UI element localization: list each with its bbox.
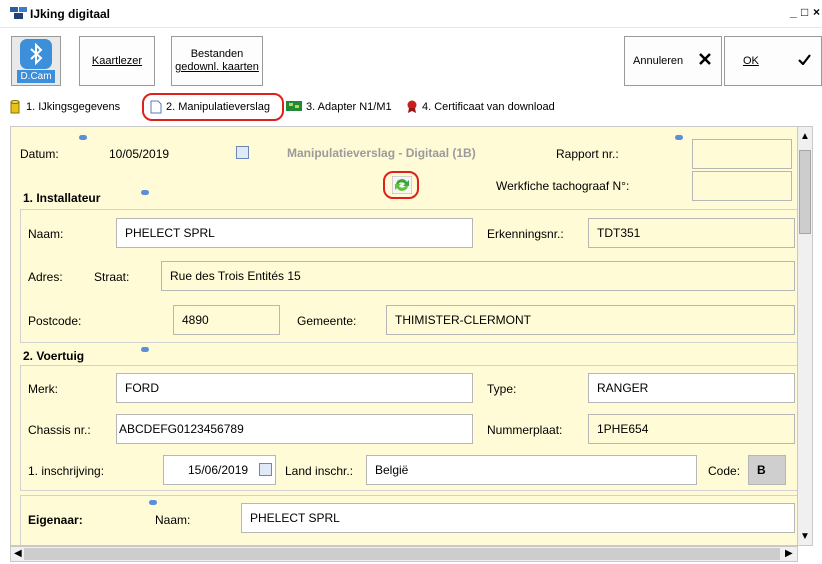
info-icon	[675, 135, 683, 140]
eigenaar-naam-label: Naam:	[155, 513, 191, 527]
chassis-label: Chassis nr.:	[28, 423, 91, 437]
bestanden-label-line1: Bestanden	[190, 48, 244, 60]
scroll-down-icon[interactable]: ▼	[800, 532, 810, 542]
calendar-icon[interactable]	[236, 146, 249, 159]
code-label: Code:	[708, 464, 741, 478]
land-input[interactable]: België	[366, 455, 697, 485]
installateur-section-title: 1. Installateur	[23, 191, 101, 205]
bestanden-button[interactable]: Bestanden gedownl. kaarten	[171, 36, 263, 86]
window-title: IJking digitaal	[30, 7, 111, 21]
circuit-board-icon	[286, 100, 302, 114]
dcam-button[interactable]: D.Cam	[11, 36, 61, 86]
bluetooth-icon	[20, 39, 52, 69]
cylinder-icon	[10, 100, 22, 114]
annuleren-label: Annuleren	[633, 54, 684, 67]
straat-input[interactable]: Rue des Trois Entités 15	[161, 261, 795, 291]
scroll-left-icon[interactable]: ◀	[14, 549, 22, 559]
nummerplaat-label: Nummerplaat:	[487, 423, 563, 437]
type-input[interactable]: RANGER	[588, 373, 795, 403]
nummerplaat-input[interactable]: 1PHE654	[588, 414, 795, 444]
tab-label: 1. IJkingsgegevens	[26, 101, 121, 113]
rapport-input[interactable]	[692, 139, 792, 169]
info-icon	[149, 500, 157, 505]
installateur-naam-label: Naam:	[28, 227, 64, 241]
calendar-icon[interactable]	[259, 463, 272, 476]
datum-label: Datum:	[20, 147, 59, 161]
vertical-scroll-thumb[interactable]	[799, 150, 811, 234]
installateur-naam-input[interactable]: PHELECT SPRL	[116, 218, 473, 248]
checkmark-icon	[798, 54, 811, 69]
erkenning-input[interactable]: TDT351	[588, 218, 795, 248]
postcode-input[interactable]: 4890	[173, 305, 280, 335]
tab-ijkingsgegevens[interactable]: 1. IJkingsgegevens	[10, 100, 120, 114]
type-label: Type:	[487, 382, 517, 396]
rapport-label: Rapport nr.:	[556, 147, 619, 161]
maximize-icon[interactable]: □	[801, 5, 808, 19]
info-icon	[141, 347, 149, 352]
cancel-x-icon	[699, 53, 711, 69]
merk-label: Merk:	[28, 382, 58, 396]
gemeente-input[interactable]: THIMISTER-CLERMONT	[386, 305, 795, 335]
straat-label: Straat:	[94, 270, 130, 284]
minimize-icon[interactable]: _	[790, 5, 797, 19]
tab-highlight-circle	[142, 93, 284, 121]
ribbon-award-icon	[406, 100, 418, 114]
title-bar: IJking digitaal _ □ ×	[0, 0, 822, 28]
inschrijving-label: 1. inschrijving:	[28, 464, 105, 478]
refresh-button[interactable]	[383, 171, 419, 199]
datum-input[interactable]: 10/05/2019	[109, 147, 169, 161]
werkfiche-label: Werkfiche tachograaf N°:	[496, 179, 630, 193]
gemeente-label: Gemeente:	[297, 314, 357, 328]
app-icon	[10, 6, 28, 23]
annuleren-button[interactable]: Annuleren	[624, 36, 722, 86]
eigenaar-naam-input[interactable]: PHELECT SPRL	[241, 503, 795, 533]
ok-label: OK	[743, 54, 759, 67]
ok-button[interactable]: OK	[724, 36, 822, 86]
voertuig-section-title: 2. Voertuig	[23, 349, 85, 363]
chassis-input[interactable]: ABCDEFG0123456789	[116, 414, 473, 444]
merk-input[interactable]: FORD	[116, 373, 473, 403]
close-window-icon[interactable]: ×	[813, 5, 820, 19]
bestanden-label-line2: gedownl. kaarten	[175, 61, 259, 73]
voertuig-section: Merk: FORD Type: RANGER Chassis nr.: ABC…	[20, 365, 797, 491]
kaartlezer-label: Kaartlezer	[91, 54, 143, 67]
eigenaar-section: Eigenaar: Naam: PHELECT SPRL	[20, 495, 797, 545]
tab-label: 3. Adapter N1/M1	[306, 101, 392, 113]
adres-label: Adres:	[28, 270, 63, 284]
tab-certificaat[interactable]: 4. Certificaat van download	[406, 100, 555, 114]
eigenaar-label: Eigenaar:	[28, 513, 83, 527]
installateur-section: Naam: PHELECT SPRL Erkenningsnr.: TDT351…	[20, 209, 797, 343]
form-title: Manipulatieverslag - Digitaal (1B)	[287, 146, 476, 160]
dcam-label: D.Cam	[17, 70, 55, 83]
info-icon	[141, 190, 149, 195]
form-panel: Datum: 10/05/2019 Manipulatieverslag - D…	[10, 126, 798, 546]
land-label: Land inschr.:	[285, 464, 354, 478]
scroll-up-icon[interactable]: ▲	[800, 132, 810, 142]
werkfiche-input[interactable]	[692, 171, 792, 201]
horizontal-scroll-thumb[interactable]	[24, 548, 780, 560]
tab-bar: 1. IJkingsgegevens 2. Manipulatieverslag…	[0, 95, 822, 123]
refresh-icon	[392, 176, 412, 194]
postcode-label: Postcode:	[28, 314, 82, 328]
scroll-right-icon[interactable]: ▶	[785, 549, 793, 559]
tab-adapter[interactable]: 3. Adapter N1/M1	[286, 100, 392, 114]
tab-label: 4. Certificaat van download	[422, 101, 555, 113]
kaartlezer-button[interactable]: Kaartlezer	[79, 36, 155, 86]
erkenning-label: Erkenningsnr.:	[487, 227, 564, 241]
info-icon	[79, 135, 87, 140]
code-input[interactable]: B	[748, 455, 786, 485]
